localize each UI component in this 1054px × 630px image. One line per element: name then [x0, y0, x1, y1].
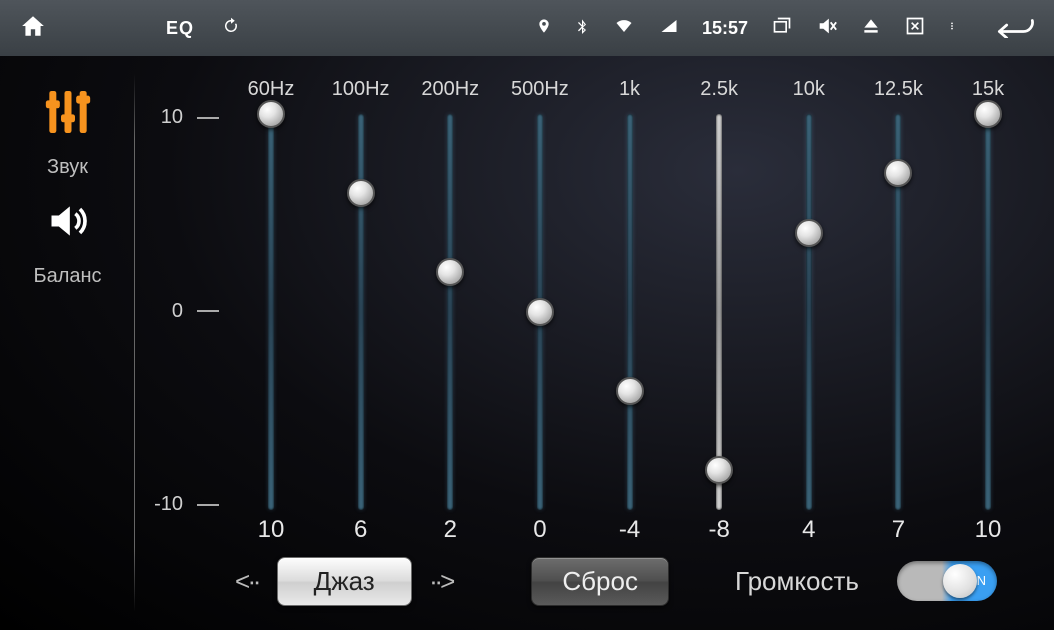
- preset-button[interactable]: Джаз: [277, 557, 412, 606]
- band-slider-thumb[interactable]: [795, 219, 823, 247]
- preset-next-button[interactable]: ∙∙>: [430, 566, 454, 597]
- band-slider-thumb[interactable]: [436, 258, 464, 286]
- location-icon: [536, 16, 552, 41]
- band-slider[interactable]: [862, 114, 934, 510]
- volume-label: Громкость: [735, 566, 859, 597]
- band-freq-label: 12.5k: [874, 78, 923, 106]
- eq-scale: 10 0 -10: [145, 78, 235, 546]
- band-freq-label: 10k: [793, 78, 825, 106]
- band-value: 10: [258, 516, 285, 546]
- band-value: -4: [619, 516, 640, 546]
- home-icon[interactable]: [18, 13, 48, 44]
- equalizer-icon[interactable]: [40, 84, 96, 146]
- bluetooth-icon: [574, 15, 590, 42]
- speaker-icon[interactable]: [42, 199, 94, 249]
- status-bar-right: 15:57: [536, 14, 1036, 43]
- band-slider[interactable]: [683, 114, 755, 510]
- band-value: 0: [533, 516, 546, 546]
- eq-band: 100Hz 6: [325, 78, 397, 546]
- eq-band: 200Hz 2: [414, 78, 486, 546]
- band-slider[interactable]: [504, 114, 576, 510]
- band-value: 2: [444, 516, 457, 546]
- band-slider[interactable]: [594, 114, 666, 510]
- screen-title: EQ: [166, 18, 194, 39]
- eq-band: 15k10: [952, 78, 1024, 546]
- eq-bands: 60Hz10 100Hz 6 200Hz 2 500Hz 0 1k -4 2.5k -8 10k 4 12…: [235, 78, 1024, 546]
- signal-icon: [658, 17, 680, 40]
- band-slider-thumb[interactable]: [616, 377, 644, 405]
- scale-max: 10: [161, 106, 183, 129]
- toggle-knob: [943, 564, 977, 598]
- band-freq-label: 200Hz: [421, 78, 479, 106]
- scale-mid: 0: [172, 300, 183, 323]
- band-value: -8: [708, 516, 729, 546]
- band-slider-thumb[interactable]: [257, 100, 285, 128]
- band-value: 6: [354, 516, 367, 546]
- reset-button[interactable]: Сброс: [531, 557, 669, 606]
- band-freq-label: 2.5k: [700, 78, 738, 106]
- eq-panel: 10 0 -10 60Hz10 100Hz 6 200Hz 2 500Hz 0 1k -4 2.5…: [135, 56, 1054, 630]
- eq-band: 12.5k 7: [862, 78, 934, 546]
- band-freq-label: 100Hz: [332, 78, 390, 106]
- mute-icon[interactable]: [816, 15, 838, 42]
- scale-min: -10: [154, 493, 183, 516]
- volume-toggle[interactable]: ON: [897, 561, 997, 601]
- eject-icon[interactable]: [860, 16, 882, 41]
- band-slider-thumb[interactable]: [974, 100, 1002, 128]
- windows-icon[interactable]: [770, 16, 794, 41]
- clock-text: 15:57: [702, 18, 748, 39]
- eq-band: 1k -4: [594, 78, 666, 546]
- band-slider-thumb[interactable]: [884, 159, 912, 187]
- band-slider[interactable]: [235, 114, 307, 510]
- close-window-icon[interactable]: [904, 16, 926, 41]
- band-slider[interactable]: [952, 114, 1024, 510]
- band-slider[interactable]: [414, 114, 486, 510]
- band-slider-thumb[interactable]: [705, 456, 733, 484]
- eq-band: 60Hz10: [235, 78, 307, 546]
- band-slider-thumb[interactable]: [347, 179, 375, 207]
- preset-prev-button[interactable]: <∙∙: [235, 566, 259, 597]
- band-slider[interactable]: [325, 114, 397, 510]
- back-icon[interactable]: [992, 14, 1036, 43]
- eq-band: 500Hz 0: [504, 78, 576, 546]
- band-freq-label: 500Hz: [511, 78, 569, 106]
- band-freq-label: 1k: [619, 78, 640, 106]
- status-bar: EQ 15:57: [0, 0, 1054, 56]
- band-value: 10: [975, 516, 1002, 546]
- eq-controls: <∙∙ Джаз ∙∙> Сброс Громкость ON: [145, 546, 1024, 616]
- loop-icon[interactable]: [222, 16, 240, 41]
- band-value: 4: [802, 516, 815, 546]
- band-value: 7: [892, 516, 905, 546]
- more-icon[interactable]: [948, 15, 956, 42]
- wifi-icon: [612, 17, 636, 40]
- eq-band: 10k 4: [773, 78, 845, 546]
- eq-band: 2.5k -8: [683, 78, 755, 546]
- sidebar-tab-balance[interactable]: Баланс: [33, 265, 101, 288]
- sidebar: Звук Баланс: [0, 56, 135, 630]
- band-slider-thumb[interactable]: [526, 298, 554, 326]
- sidebar-tab-sound[interactable]: Звук: [47, 156, 88, 179]
- band-slider[interactable]: [773, 114, 845, 510]
